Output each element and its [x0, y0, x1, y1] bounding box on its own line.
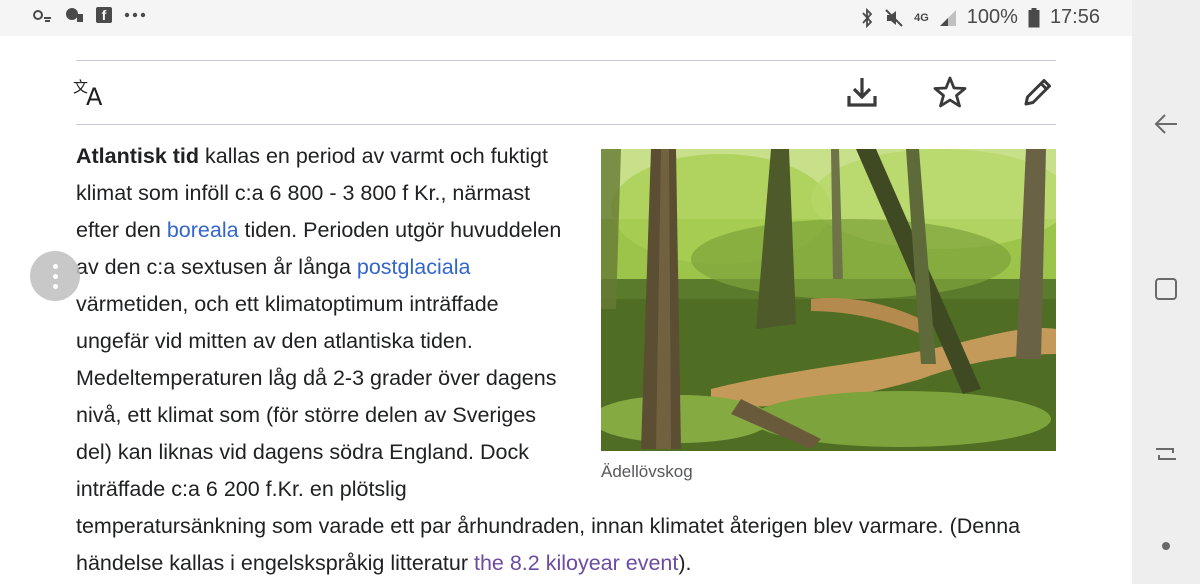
- status-left-icons: f: [30, 6, 146, 24]
- download-icon: [845, 75, 879, 114]
- watch-star-button[interactable]: [930, 74, 970, 114]
- bluetooth-icon: [860, 7, 874, 28]
- dot-indicator: [1150, 530, 1182, 562]
- figure-thumbnail[interactable]: Ädellövskog: [601, 149, 1056, 483]
- link-8-2-kiloyear-event[interactable]: the 8.2 kiloyear event: [474, 551, 678, 575]
- more-dots-icon: [124, 12, 146, 18]
- fab-dot: [52, 283, 58, 289]
- translate-icon: 文 A: [72, 76, 112, 113]
- battery-icon: [1028, 7, 1040, 28]
- toolbar-bottom-divider: [76, 124, 1056, 125]
- forest-image[interactable]: [601, 149, 1056, 451]
- mute-icon: [884, 8, 904, 28]
- facebook-icon: f: [96, 7, 112, 23]
- link-postglaciala[interactable]: postglaciala: [357, 255, 471, 279]
- download-button[interactable]: [842, 74, 882, 114]
- article-body: Ädellövskog Atlantisk tid kallas en peri…: [76, 138, 1056, 582]
- clock-time: 17:56: [1049, 6, 1100, 28]
- network-label: 4G: [914, 11, 929, 24]
- star-icon: [933, 75, 967, 114]
- fab-dot: [52, 263, 58, 269]
- network-icon: 4G: [914, 12, 929, 24]
- signal-icon: [939, 9, 957, 27]
- figure-caption: Ädellövskog: [601, 462, 693, 481]
- weather-icon: [30, 6, 52, 24]
- navigation-bar: [1132, 0, 1200, 584]
- overview-button[interactable]: [1150, 440, 1182, 472]
- floating-menu-button[interactable]: [30, 251, 80, 301]
- back-icon: [1153, 111, 1179, 142]
- fab-dot: [52, 273, 58, 279]
- status-right-icons: 4G 100% 17:56: [860, 6, 1100, 29]
- page-actions-toolbar: 文 A: [73, 68, 1058, 124]
- edit-button[interactable]: [1018, 74, 1058, 114]
- article-text: ).: [678, 551, 692, 575]
- home-recents-button[interactable]: [1150, 275, 1182, 307]
- svg-text:A: A: [86, 83, 103, 108]
- edit-pencil-icon: [1021, 75, 1055, 114]
- battery-percent: 100%: [966, 6, 1018, 28]
- status-bar: f 4G 100% 17:56: [0, 0, 1132, 36]
- toolbar-top-divider: [76, 60, 1056, 61]
- overview-icon: [1153, 441, 1179, 472]
- recents-icon: [1153, 276, 1179, 307]
- translate-button[interactable]: 文 A: [72, 74, 112, 114]
- article-term-bold: Atlantisk tid: [76, 144, 200, 168]
- link-boreala[interactable]: boreala: [167, 218, 239, 242]
- notification-icon: [64, 6, 84, 24]
- back-button[interactable]: [1150, 110, 1182, 142]
